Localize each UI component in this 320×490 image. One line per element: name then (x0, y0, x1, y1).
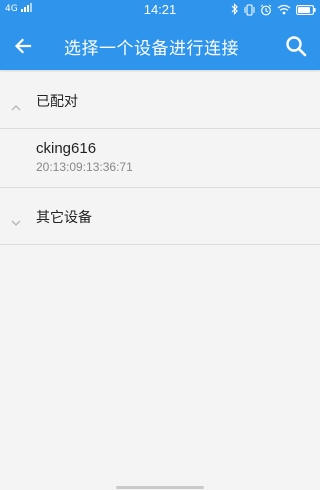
chevron-down-icon (11, 212, 21, 231)
status-right (231, 3, 316, 16)
status-bar: 4G 14:21 (0, 0, 320, 21)
home-indicator[interactable] (116, 486, 204, 489)
vibrate-icon (244, 3, 255, 16)
device-address: 20:13:09:13:36:71 (36, 160, 133, 174)
search-button[interactable] (282, 32, 310, 60)
bluetooth-icon (231, 3, 239, 16)
search-icon (286, 36, 307, 57)
battery-icon (296, 4, 316, 15)
chevron-up-icon (11, 96, 21, 115)
alarm-icon (260, 4, 272, 16)
section-label-other: 其它设备 (36, 210, 92, 226)
back-button[interactable] (10, 33, 36, 59)
section-label-paired: 已配对 (36, 94, 78, 110)
app-bar: 选择一个设备进行连接 (0, 21, 320, 70)
section-header-other[interactable]: 其它设备 (0, 188, 320, 245)
section-header-paired[interactable]: 已配对 (0, 72, 320, 129)
wifi-icon (277, 4, 291, 15)
device-name: cking616 (36, 140, 97, 157)
page-title: 选择一个设备进行连接 (64, 39, 239, 59)
device-item[interactable]: cking616 20:13:09:13:36:71 (0, 129, 320, 188)
arrow-left-icon (14, 38, 32, 54)
